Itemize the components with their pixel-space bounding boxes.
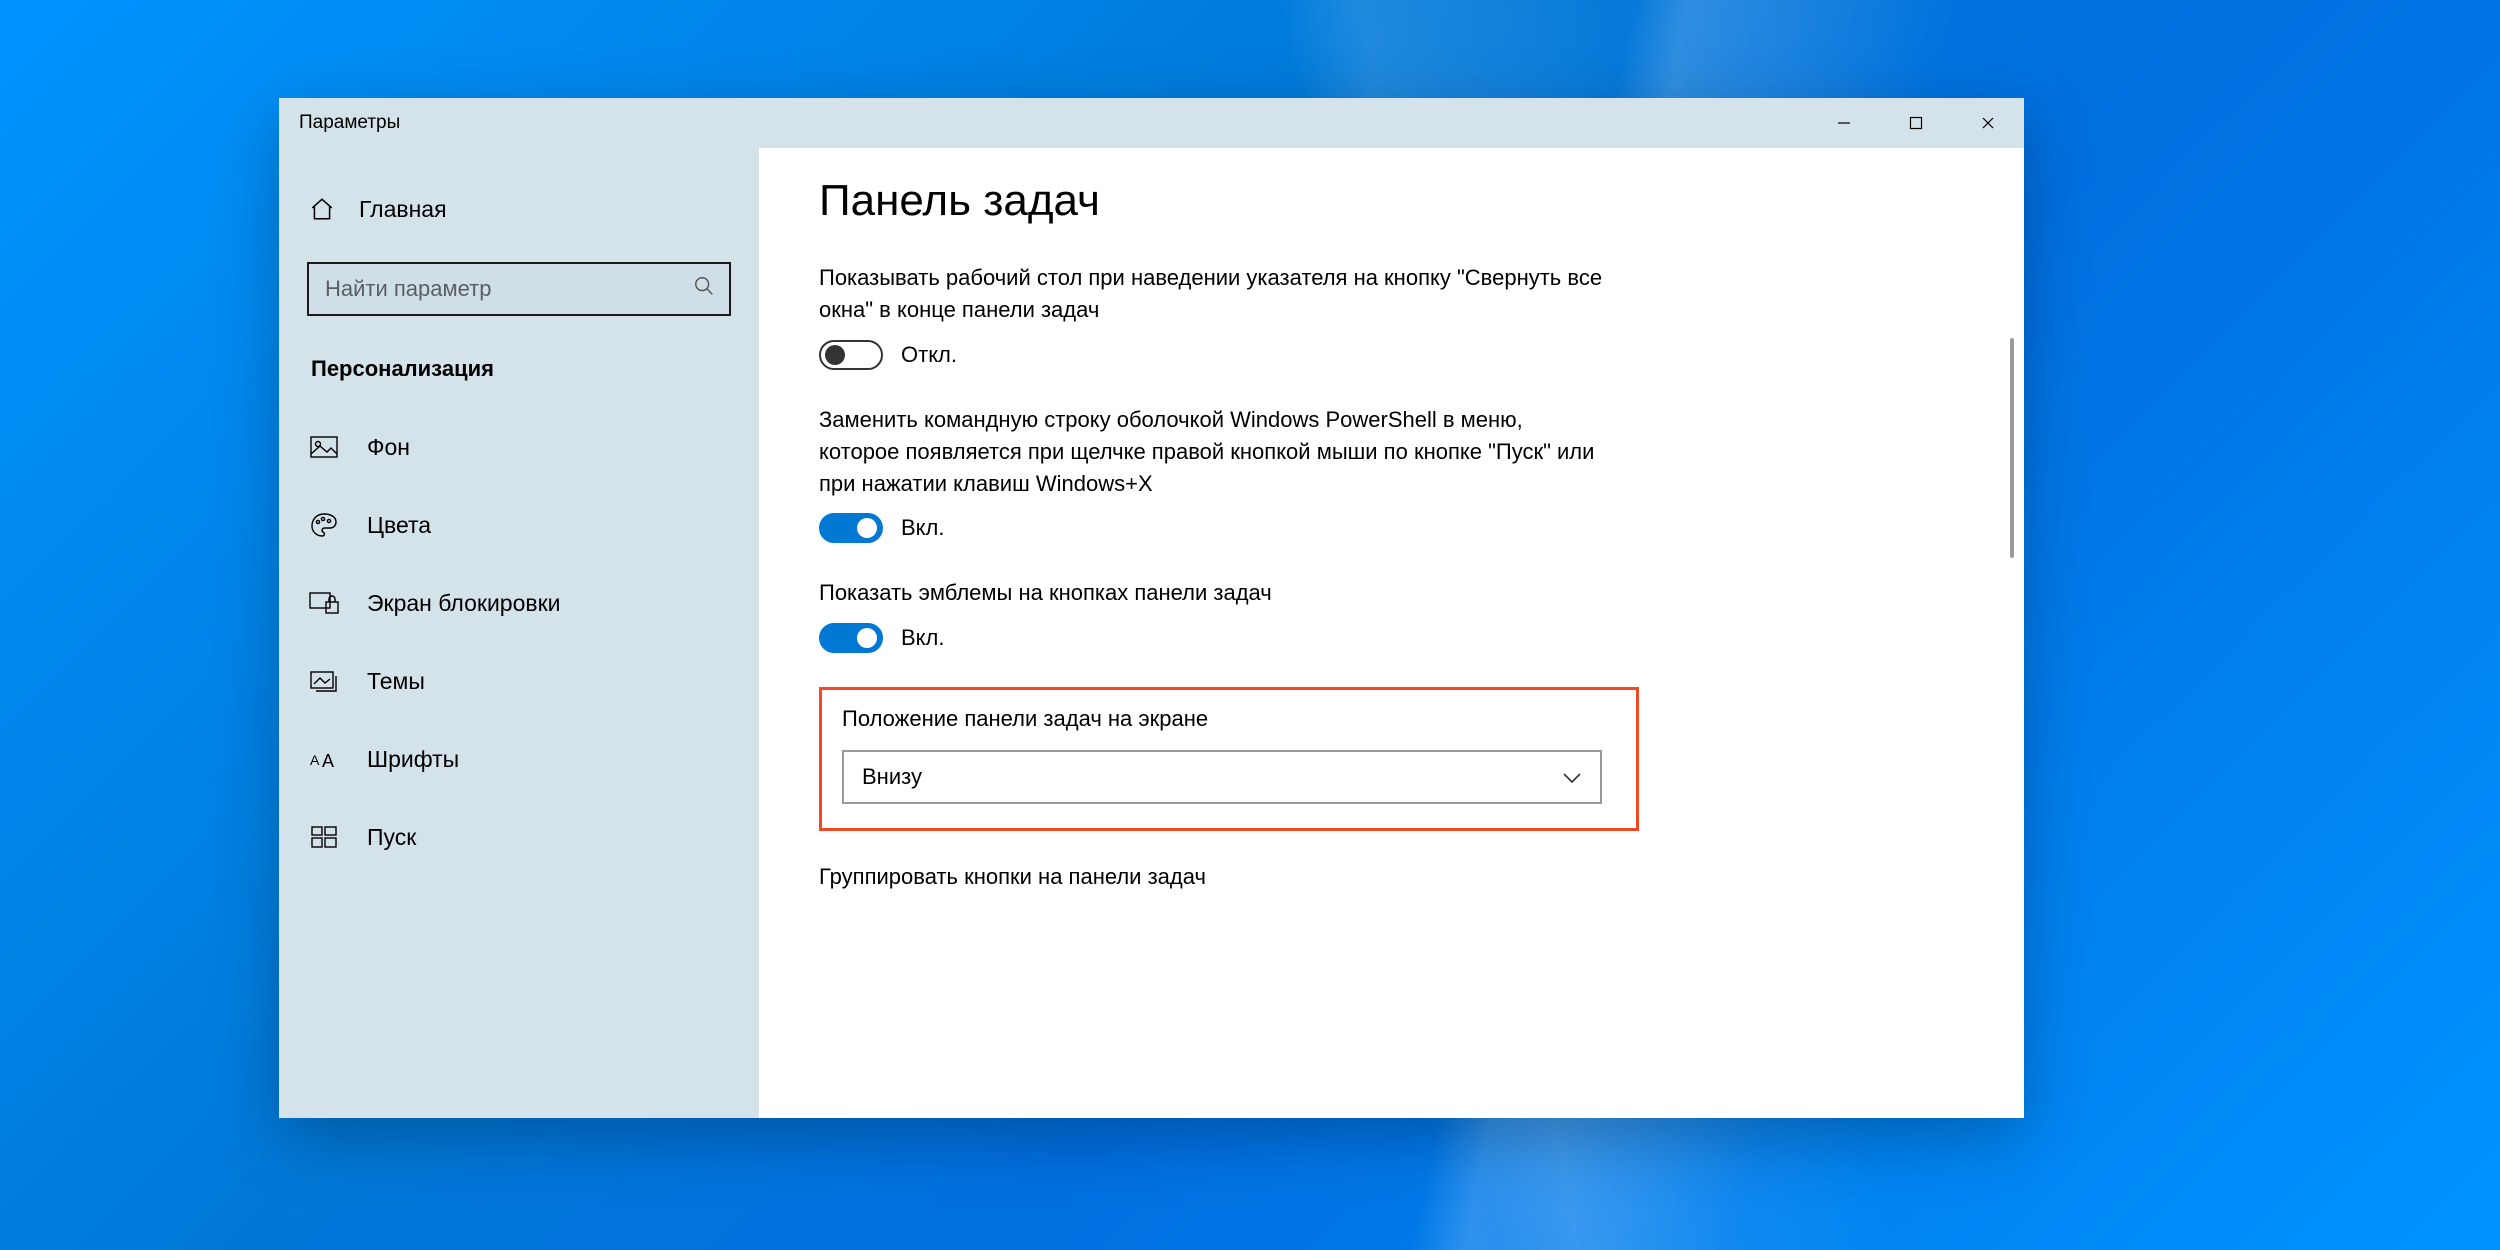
- settings-sidebar: Главная Найти параметр Персонализация: [279, 148, 759, 1118]
- sidebar-item-lockscreen[interactable]: Экран блокировки: [279, 564, 759, 642]
- highlighted-setting-box: Положение панели задач на экране Внизу: [819, 687, 1639, 831]
- scrollbar[interactable]: [2010, 338, 2014, 558]
- taskbar-position-select[interactable]: Внизу: [842, 750, 1602, 804]
- window-control-buttons: [1808, 98, 2024, 148]
- lockscreen-icon: [309, 588, 339, 618]
- sidebar-item-label: Экран блокировки: [367, 590, 561, 617]
- sidebar-item-label: Цвета: [367, 512, 431, 539]
- chevron-down-icon: [1562, 764, 1582, 790]
- setting-group-buttons: Группировать кнопки на панели задач: [819, 861, 1609, 893]
- sidebar-section-header: Персонализация: [279, 326, 759, 402]
- toggle-state-label: Вкл.: [901, 515, 945, 541]
- minimize-button[interactable]: [1808, 98, 1880, 148]
- setting-peek-desktop: Показывать рабочий стол при наведении ук…: [819, 262, 1609, 370]
- setting-label: Группировать кнопки на панели задач: [819, 861, 1609, 893]
- start-icon: [309, 822, 339, 852]
- search-icon: [693, 275, 715, 303]
- settings-window: Параметры Главная: [279, 98, 2024, 1118]
- picture-icon: [309, 432, 339, 462]
- maximize-button[interactable]: [1880, 98, 1952, 148]
- toggle-state-label: Откл.: [901, 342, 957, 368]
- select-value: Внизу: [862, 764, 922, 790]
- page-title: Панель задач: [819, 176, 1964, 226]
- search-placeholder: Найти параметр: [325, 276, 491, 302]
- sidebar-nav: Фон Цвета Экран блокировки: [279, 408, 759, 876]
- toggle-peek-desktop[interactable]: [819, 340, 883, 370]
- sidebar-item-colors[interactable]: Цвета: [279, 486, 759, 564]
- toggle-powershell[interactable]: [819, 513, 883, 543]
- sidebar-item-label: Темы: [367, 668, 425, 695]
- sidebar-item-themes[interactable]: Темы: [279, 642, 759, 720]
- sidebar-item-background[interactable]: Фон: [279, 408, 759, 486]
- sidebar-home-label: Главная: [359, 196, 447, 223]
- setting-label: Показывать рабочий стол при наведении ук…: [819, 262, 1609, 326]
- window-body: Главная Найти параметр Персонализация: [279, 148, 2024, 1118]
- setting-badges: Показать эмблемы на кнопках панели задач…: [819, 577, 1609, 653]
- sidebar-item-label: Шрифты: [367, 746, 459, 773]
- fonts-icon: AA: [309, 744, 339, 774]
- search-container: Найти параметр: [279, 240, 759, 326]
- svg-text:A: A: [322, 751, 334, 771]
- close-button[interactable]: [1952, 98, 2024, 148]
- taskbar-position-label: Положение панели задач на экране: [842, 706, 1618, 732]
- setting-label: Показать эмблемы на кнопках панели задач: [819, 577, 1609, 609]
- sidebar-home[interactable]: Главная: [279, 178, 759, 240]
- sidebar-item-start[interactable]: Пуск: [279, 798, 759, 876]
- sidebar-item-label: Пуск: [367, 824, 416, 851]
- window-title: Параметры: [279, 112, 400, 134]
- sidebar-item-fonts[interactable]: AA Шрифты: [279, 720, 759, 798]
- content-pane: Панель задач Показывать рабочий стол при…: [759, 148, 2024, 1118]
- toggle-state-label: Вкл.: [901, 625, 945, 651]
- sidebar-item-label: Фон: [367, 434, 410, 461]
- toggle-badges[interactable]: [819, 623, 883, 653]
- window-titlebar[interactable]: Параметры: [279, 98, 2024, 148]
- home-icon: [307, 194, 337, 224]
- palette-icon: [309, 510, 339, 540]
- svg-text:A: A: [310, 752, 320, 768]
- setting-label: Заменить командную строку оболочкой Wind…: [819, 404, 1609, 500]
- search-input[interactable]: Найти параметр: [307, 262, 731, 316]
- themes-icon: [309, 666, 339, 696]
- desktop-wallpaper: Параметры Главная: [0, 0, 2500, 1250]
- setting-powershell: Заменить командную строку оболочкой Wind…: [819, 404, 1609, 544]
